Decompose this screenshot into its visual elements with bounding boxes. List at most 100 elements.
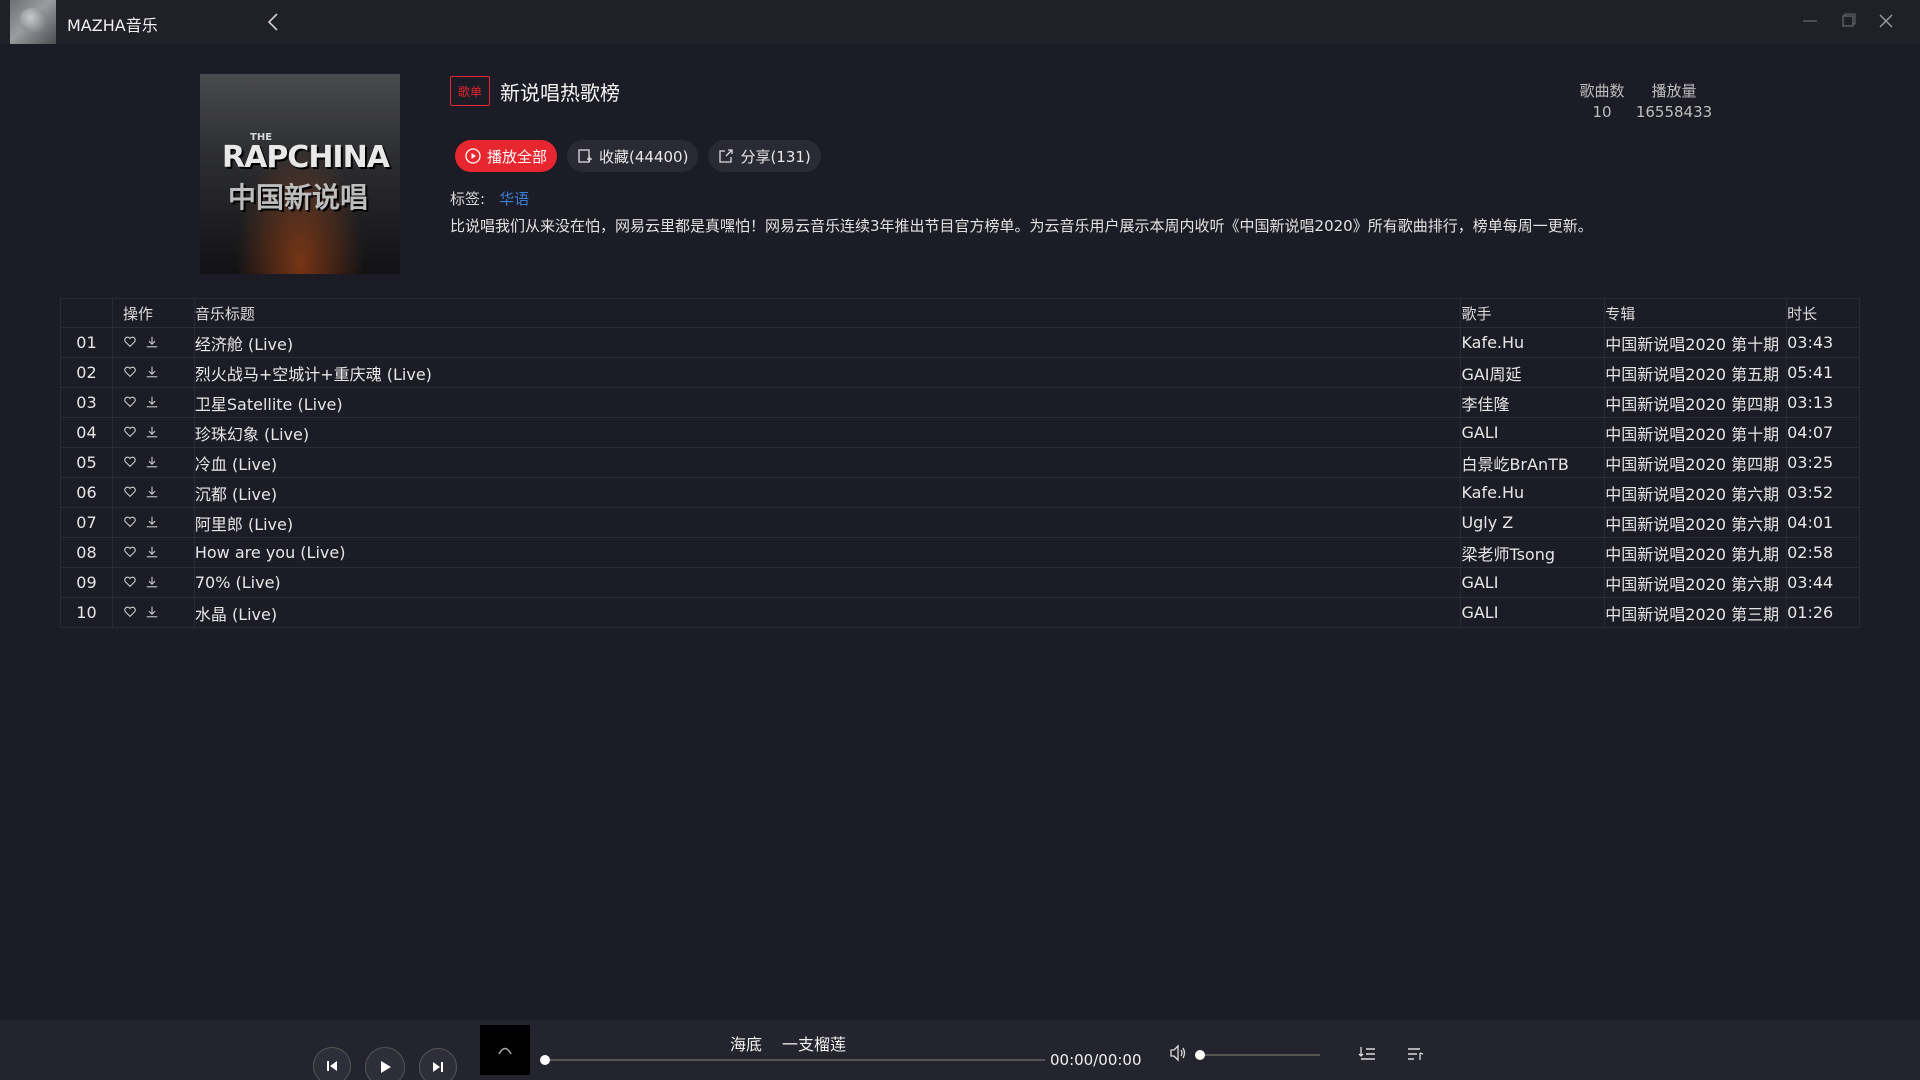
table-row[interactable]: 06 沉都 (Live) Kafe.Hu 中国新说唱2020 第六期 03:52 xyxy=(61,478,1859,508)
table-row[interactable]: 04 珍珠幻象 (Live) GALI 中国新说唱2020 第十期 04:07 xyxy=(61,418,1859,448)
song-album[interactable]: 中国新说唱2020 第十期 xyxy=(1605,328,1788,357)
volume-handle[interactable] xyxy=(1195,1050,1205,1060)
back-button[interactable] xyxy=(262,10,284,34)
volume-button[interactable] xyxy=(1168,1043,1188,1063)
song-album[interactable]: 中国新说唱2020 第三期 xyxy=(1605,598,1788,627)
app-title: MAZHA音乐 xyxy=(67,16,158,35)
table-row[interactable]: 02 烈火战马+空城计+重庆魂 (Live) GAI周延 中国新说唱2020 第五期 0… xyxy=(61,358,1859,388)
song-album[interactable]: 中国新说唱2020 第六期 xyxy=(1605,478,1788,507)
row-ops xyxy=(113,538,195,567)
playlist-queue-button[interactable] xyxy=(1358,1044,1378,1064)
collect-button[interactable]: 收藏(44400) xyxy=(567,140,699,172)
download-icon[interactable] xyxy=(145,365,161,381)
song-title[interactable]: 经济舱 (Live) xyxy=(195,328,1462,357)
song-artist[interactable]: 梁老师Tsong xyxy=(1461,538,1606,567)
play-all-button[interactable]: 播放全部 xyxy=(455,140,558,172)
skip-next-icon xyxy=(433,1062,443,1072)
minimize-button[interactable] xyxy=(1796,8,1824,34)
now-playing-cover[interactable] xyxy=(480,1025,530,1075)
header-album[interactable]: 专辑 xyxy=(1605,299,1788,327)
header-title[interactable]: 音乐标题 xyxy=(195,299,1462,327)
progress-bar[interactable] xyxy=(540,1055,1045,1065)
row-index: 02 xyxy=(61,358,113,387)
like-heart-icon[interactable] xyxy=(123,485,139,501)
table-row[interactable]: 10 水晶 (Live) GALI 中国新说唱2020 第三期 01:26 xyxy=(61,598,1859,628)
song-duration: 05:41 xyxy=(1787,363,1834,382)
song-album[interactable]: 中国新说唱2020 第四期 xyxy=(1605,388,1788,417)
song-album[interactable]: 中国新说唱2020 第六期 xyxy=(1605,508,1788,537)
song-duration: 04:07 xyxy=(1787,423,1834,442)
like-heart-icon[interactable] xyxy=(123,545,139,561)
title-bar: MAZHA音乐 xyxy=(0,0,1920,44)
close-icon xyxy=(1879,14,1893,28)
song-artist[interactable]: Ugly Z xyxy=(1461,508,1606,537)
avatar[interactable] xyxy=(10,0,56,44)
song-artist[interactable]: 白景屹BrAnTB xyxy=(1461,448,1606,477)
song-artist[interactable]: GALI xyxy=(1461,418,1606,447)
table-row[interactable]: 05 冷血 (Live) 白景屹BrAnTB 中国新说唱2020 第四期 03:25 xyxy=(61,448,1859,478)
like-heart-icon[interactable] xyxy=(123,395,139,411)
table-row[interactable]: 01 经济舱 (Live) Kafe.Hu 中国新说唱2020 第十期 03:43 xyxy=(61,328,1859,358)
song-album[interactable]: 中国新说唱2020 第九期 xyxy=(1605,538,1788,567)
song-artist[interactable]: Kafe.Hu xyxy=(1461,328,1606,357)
progress-handle[interactable] xyxy=(540,1055,550,1065)
header-duration[interactable]: 时长 xyxy=(1787,299,1859,327)
queue-list-icon xyxy=(1358,1047,1375,1060)
share-button[interactable]: 分享(131) xyxy=(708,140,821,172)
song-artist[interactable]: GALI xyxy=(1461,598,1606,627)
song-title[interactable]: 70% (Live) xyxy=(195,568,1462,597)
download-icon[interactable] xyxy=(145,575,161,591)
song-artist[interactable]: GAI周延 xyxy=(1461,358,1606,387)
previous-button[interactable] xyxy=(313,1047,351,1080)
next-button[interactable] xyxy=(419,1048,457,1080)
header-artist[interactable]: 歌手 xyxy=(1461,299,1606,327)
lyrics-icon xyxy=(1408,1048,1424,1060)
volume-slider[interactable] xyxy=(1195,1050,1320,1060)
play-count-label: 播放量 xyxy=(1651,82,1697,100)
download-icon[interactable] xyxy=(145,515,161,531)
like-heart-icon[interactable] xyxy=(123,605,139,621)
tag-link[interactable]: 华语 xyxy=(499,190,529,208)
table-row[interactable]: 08 How are you (Live) 梁老师Tsong 中国新说唱2020 第九… xyxy=(61,538,1859,568)
song-album[interactable]: 中国新说唱2020 第十期 xyxy=(1605,418,1788,447)
download-icon[interactable] xyxy=(145,395,161,411)
download-icon[interactable] xyxy=(145,425,161,441)
download-icon[interactable] xyxy=(145,485,161,501)
play-button[interactable] xyxy=(365,1047,405,1080)
like-heart-icon[interactable] xyxy=(123,335,139,351)
song-title[interactable]: How are you (Live) xyxy=(195,538,1462,567)
maximize-button[interactable] xyxy=(1834,8,1862,34)
like-heart-icon[interactable] xyxy=(123,425,139,441)
song-title[interactable]: 珍珠幻象 (Live) xyxy=(195,418,1462,447)
like-heart-icon[interactable] xyxy=(123,455,139,471)
row-ops xyxy=(113,388,195,417)
download-icon[interactable] xyxy=(145,455,161,471)
song-title[interactable]: 卫星Satellite (Live) xyxy=(195,388,1462,417)
maximize-icon xyxy=(1842,13,1856,27)
song-title[interactable]: 烈火战马+空城计+重庆魂 (Live) xyxy=(195,358,1462,387)
song-album[interactable]: 中国新说唱2020 第四期 xyxy=(1605,448,1788,477)
download-icon[interactable] xyxy=(145,335,161,351)
like-heart-icon[interactable] xyxy=(123,575,139,591)
song-title[interactable]: 沉都 (Live) xyxy=(195,478,1462,507)
close-button[interactable] xyxy=(1872,8,1900,34)
table-row[interactable]: 03 卫星Satellite (Live) 李佳隆 中国新说唱2020 第四期 03:1… xyxy=(61,388,1859,418)
like-heart-icon[interactable] xyxy=(123,515,139,531)
song-artist[interactable]: GALI xyxy=(1461,568,1606,597)
song-duration: 03:52 xyxy=(1787,483,1834,502)
song-title[interactable]: 阿里郎 (Live) xyxy=(195,508,1462,537)
lyrics-button[interactable] xyxy=(1405,1044,1425,1064)
like-heart-icon[interactable] xyxy=(123,365,139,381)
song-title[interactable]: 冷血 (Live) xyxy=(195,448,1462,477)
play-count-stat: 播放量 16558433 xyxy=(1632,80,1716,121)
song-album[interactable]: 中国新说唱2020 第六期 xyxy=(1605,568,1788,597)
song-album[interactable]: 中国新说唱2020 第五期 xyxy=(1605,358,1788,387)
download-icon[interactable] xyxy=(145,605,161,621)
song-table: 操作 音乐标题 歌手 专辑 时长 01 经济舱 (Live) Kafe.Hu 中国新说… xyxy=(60,298,1860,628)
song-artist[interactable]: Kafe.Hu xyxy=(1461,478,1606,507)
song-title[interactable]: 水晶 (Live) xyxy=(195,598,1462,627)
song-artist[interactable]: 李佳隆 xyxy=(1461,388,1606,417)
download-icon[interactable] xyxy=(145,545,161,561)
table-row[interactable]: 09 70% (Live) GALI 中国新说唱2020 第六期 03:44 xyxy=(61,568,1859,598)
table-row[interactable]: 07 阿里郎 (Live) Ugly Z 中国新说唱2020 第六期 04:01 xyxy=(61,508,1859,538)
